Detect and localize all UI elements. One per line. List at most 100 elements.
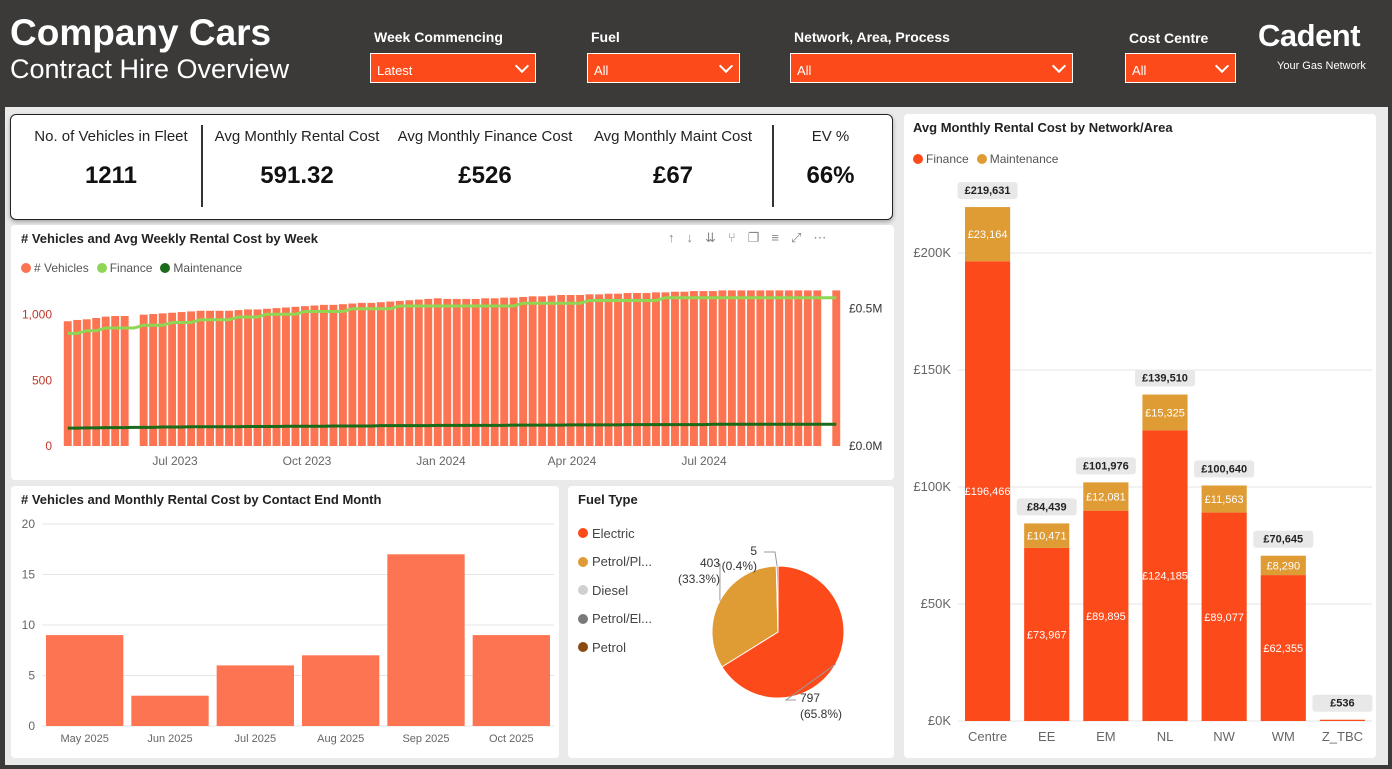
vehicle-bar xyxy=(614,293,622,446)
maintenance-data-label: £23,164 xyxy=(968,229,1008,241)
maintenance-data-label: £10,471 xyxy=(1027,531,1067,543)
finance-data-label: £196,466 xyxy=(965,486,1011,498)
x-tick-label: Oct 2025 xyxy=(489,733,534,745)
y-tick-label: 15 xyxy=(22,568,36,582)
x-tick-label: Aug 2025 xyxy=(317,733,364,745)
chevron-down-icon xyxy=(1214,58,1230,74)
vehicle-bar xyxy=(490,298,499,446)
y-tick-label: £50K xyxy=(921,596,952,611)
vehicle-bar xyxy=(566,295,575,446)
y-tick-label: 10 xyxy=(22,618,36,632)
kpi-label: No. of Vehicles in Fleet xyxy=(34,128,188,145)
y-tick-label: 0 xyxy=(28,719,35,733)
kpi-divider xyxy=(772,125,774,207)
kpi-card: No. of Vehicles in Fleet 1211 Avg Monthl… xyxy=(10,114,893,220)
cost-centre-value: All xyxy=(1132,63,1147,78)
leader-line xyxy=(764,551,778,567)
vehicle-bar xyxy=(433,298,442,446)
kpi-ev-pct: EV % 66% xyxy=(778,115,883,219)
vehicle-bar xyxy=(784,290,793,446)
y-tick-label: 5 xyxy=(28,669,35,683)
vehicle-bar xyxy=(708,291,717,446)
total-data-label: £84,439 xyxy=(1027,501,1067,513)
network-area-process-dropdown[interactable]: All xyxy=(790,53,1073,83)
week-commencing-dropdown[interactable]: Latest xyxy=(370,53,536,83)
fuel-dropdown[interactable]: All xyxy=(587,53,740,83)
vehicle-bar xyxy=(576,295,585,446)
vehicle-bar xyxy=(756,290,765,446)
finance-data-label: £89,077 xyxy=(1204,612,1244,624)
x-tick-label: Jan 2024 xyxy=(416,454,466,468)
finance-data-label: £89,895 xyxy=(1086,611,1126,623)
kpi-finance-cost: Avg Monthly Finance Cost £526 xyxy=(390,115,580,219)
total-data-label: £536 xyxy=(1330,698,1354,710)
y-tick-label: £200K xyxy=(913,245,951,260)
kpi-rental-cost: Avg Monthly Rental Cost 591.32 xyxy=(207,115,387,219)
pie-label-value: 797 xyxy=(800,691,820,705)
x-tick-label: Z_TBC xyxy=(1322,729,1363,744)
x-tick-label: NW xyxy=(1213,729,1235,744)
kpi-value: 66% xyxy=(806,162,855,189)
finance-data-label: £73,967 xyxy=(1027,629,1067,641)
vehicle-bar xyxy=(803,290,812,446)
vehicle-bar xyxy=(414,299,423,446)
chevron-down-icon xyxy=(1051,58,1067,74)
y-tick-label: 1,000 xyxy=(22,308,52,322)
x-tick-label: Jun 2025 xyxy=(147,733,192,745)
logo-tagline: Your Gas Network xyxy=(1277,60,1366,72)
cost-centre-dropdown[interactable]: All xyxy=(1125,53,1236,83)
finance-data-label: £62,355 xyxy=(1263,643,1303,655)
total-data-label: £101,976 xyxy=(1083,460,1129,472)
vehicle-bar xyxy=(405,300,414,446)
kpi-label: Avg Monthly Finance Cost xyxy=(397,128,573,145)
kpi-value: £526 xyxy=(458,162,512,189)
filter-label-cost-centre: Cost Centre xyxy=(1129,30,1209,46)
x-tick-label: May 2025 xyxy=(61,733,109,745)
report-title: Company Cars xyxy=(10,12,272,53)
maintenance-data-label: £8,290 xyxy=(1266,560,1300,572)
pie-label-pct: (65.8%) xyxy=(800,707,842,721)
maintenance-data-label: £12,081 xyxy=(1086,492,1126,504)
vehicle-bar xyxy=(689,291,698,446)
vehicle-bar xyxy=(775,290,784,446)
y2-tick-label: £0.0M xyxy=(849,439,882,453)
kpi-value: 591.32 xyxy=(260,162,334,189)
vehicle-bar xyxy=(671,291,679,446)
network-chart-svg: £0K £50K £100K £150K £200K £196,466 £23,164 £21… xyxy=(913,182,1373,744)
vehicle-bar xyxy=(547,295,556,446)
vehicle-bar xyxy=(813,290,822,446)
finance-data-label: £124,185 xyxy=(1142,571,1188,583)
pie-label-pct: (33.3%) xyxy=(678,572,720,586)
vehicle-bar xyxy=(652,292,660,446)
vehicle-bar xyxy=(746,290,755,446)
x-tick-label: Sep 2025 xyxy=(402,733,449,745)
y-tick-label: £150K xyxy=(913,362,951,377)
vehicle-bar xyxy=(718,290,727,446)
fuel-value: All xyxy=(594,63,609,78)
vehicle-bar xyxy=(680,291,689,446)
x-tick-label: Oct 2023 xyxy=(283,454,332,468)
end-month-bar xyxy=(46,635,124,726)
vehicle-bar xyxy=(500,297,509,446)
vehicle-bar xyxy=(585,294,594,446)
total-data-label: £100,640 xyxy=(1201,464,1247,476)
x-tick-label: Jul 2025 xyxy=(235,733,277,745)
filter-label-fuel: Fuel xyxy=(591,29,620,45)
kpi-label: EV % xyxy=(811,128,850,145)
vehicle-bar xyxy=(528,296,537,446)
y2-tick-label: £0.5M xyxy=(849,302,882,316)
vehicle-bar xyxy=(424,298,433,446)
fuel-pie-svg: 797 (65.8%) 403 (33.3%) 5(0.4%) xyxy=(678,544,845,721)
vehicle-bar xyxy=(595,294,604,446)
x-tick-label: Centre xyxy=(968,729,1007,744)
vehicle-bar xyxy=(794,290,803,446)
end-month-bar xyxy=(216,665,294,726)
pie-label-pct: (0.4%) xyxy=(722,559,757,573)
header-bar: Company Cars Contract Hire Overview Week… xyxy=(0,0,1392,104)
vehicle-bar xyxy=(633,293,641,446)
end-month-chart-svg: 0 5 10 15 20 May 2025 Jun 2025 Jul 2025 Aug 2025… xyxy=(22,517,554,745)
x-tick-label: Jul 2024 xyxy=(681,454,727,468)
pie-label-value: 403 xyxy=(700,556,720,570)
x-tick-label: NL xyxy=(1157,729,1174,744)
kpi-value: £67 xyxy=(652,162,694,189)
